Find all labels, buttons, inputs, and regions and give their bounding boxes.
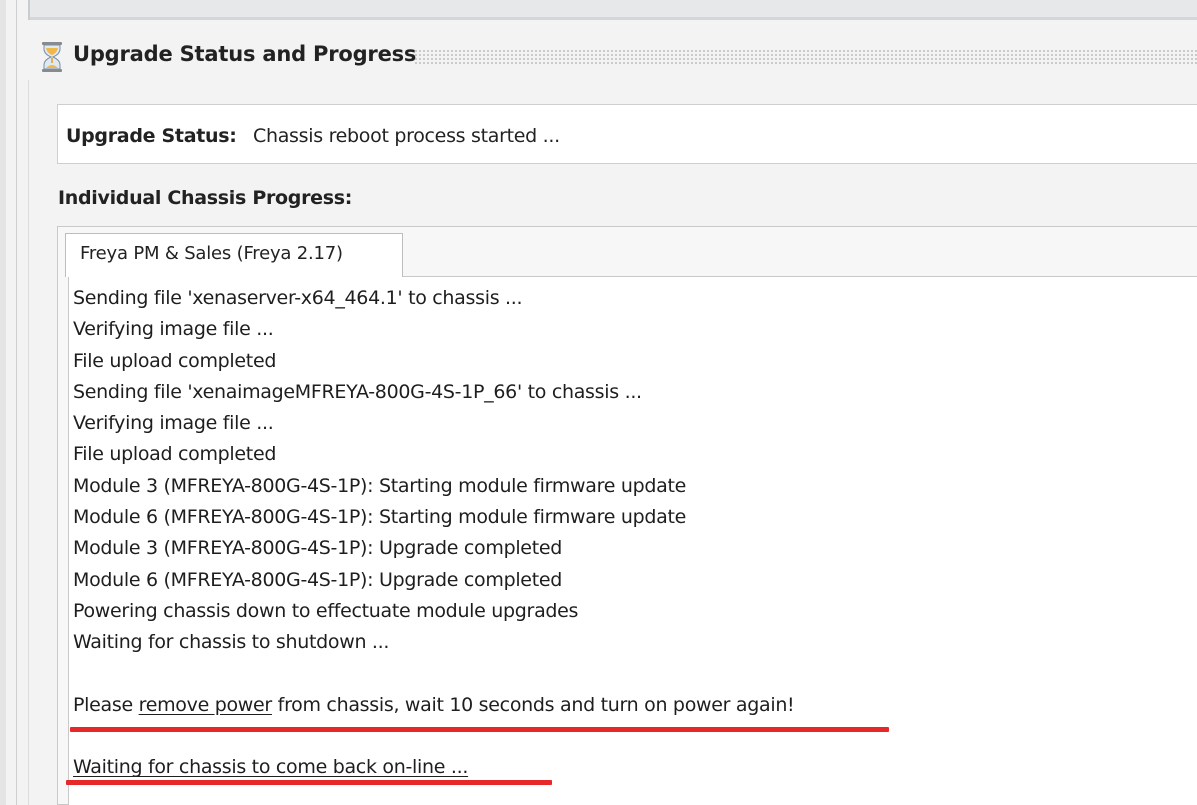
red-highlight-underline bbox=[66, 780, 552, 785]
log-line: Module 6 (MFREYA-800G-4S-1P): Starting m… bbox=[73, 506, 686, 529]
log-line: Module 3 (MFREYA-800G-4S-1P): Upgrade co… bbox=[73, 537, 562, 560]
section-header: Upgrade Status and Progress bbox=[30, 32, 1197, 80]
power-instruction-suffix: from chassis, wait 10 seconds and turn o… bbox=[271, 693, 795, 716]
section-title-divider bbox=[414, 49, 1197, 65]
log-blank-line bbox=[73, 721, 794, 752]
upgrade-status-box: Upgrade Status: Chassis reboot process s… bbox=[57, 104, 1197, 164]
top-frame-border bbox=[28, 0, 1197, 20]
section-title: Upgrade Status and Progress bbox=[73, 42, 417, 66]
top-frame-corner bbox=[28, 0, 30, 20]
power-instruction-prefix: Please bbox=[73, 693, 139, 716]
panel-left-border bbox=[28, 80, 29, 805]
chassis-progress-heading: Individual Chassis Progress: bbox=[58, 187, 353, 209]
remove-power-emphasis: remove power bbox=[138, 693, 273, 716]
progress-log: Sending file 'xenaserver-x64_464.1' to c… bbox=[68, 276, 1197, 805]
log-line: Sending file 'xenaimageMFREYA-800G-4S-1P… bbox=[73, 380, 642, 403]
window-left-divider bbox=[16, 0, 17, 805]
log-line: Powering chassis down to effectuate modu… bbox=[73, 599, 579, 622]
log-blank-line bbox=[73, 659, 794, 690]
red-highlight-underline bbox=[70, 727, 889, 732]
log-line: File upload completed bbox=[73, 349, 277, 372]
upgrade-status-value: Chassis reboot process started ... bbox=[253, 125, 560, 147]
window-left-edge bbox=[0, 0, 6, 805]
log-line: Module 6 (MFREYA-800G-4S-1P): Upgrade co… bbox=[73, 568, 562, 591]
log-line: Module 3 (MFREYA-800G-4S-1P): Starting m… bbox=[73, 474, 686, 497]
log-line: Verifying image file ... bbox=[73, 318, 274, 341]
log-line: Waiting for chassis to shutdown ... bbox=[73, 631, 390, 654]
log-line: File upload completed bbox=[73, 443, 277, 466]
log-line: Verifying image file ... bbox=[73, 412, 274, 435]
tab-chassis-freya[interactable]: Freya PM & Sales (Freya 2.17) bbox=[65, 233, 403, 277]
power-instruction-line: Please remove power from chassis, wait 1… bbox=[73, 690, 795, 721]
upgrade-status-label: Upgrade Status: bbox=[66, 125, 237, 147]
log-lines: Sending file 'xenaserver-x64_464.1' to c… bbox=[73, 283, 795, 784]
log-line: Sending file 'xenaserver-x64_464.1' to c… bbox=[73, 287, 523, 309]
hourglass-icon bbox=[40, 41, 64, 73]
